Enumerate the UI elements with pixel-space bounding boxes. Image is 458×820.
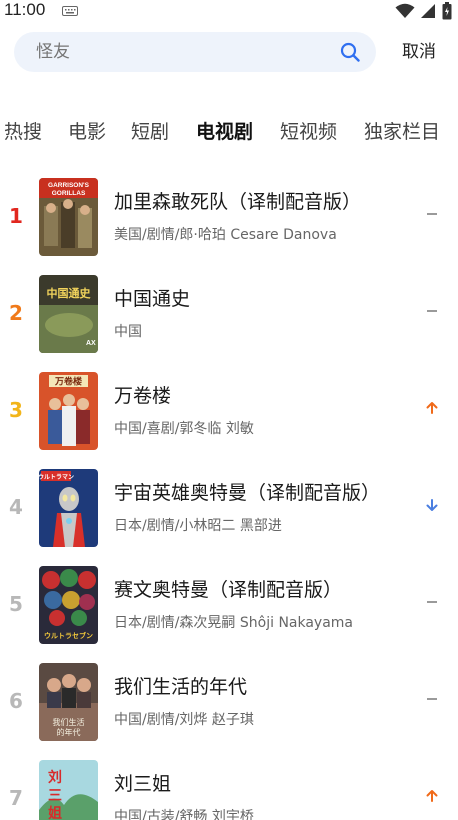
status-time: 11:00: [4, 0, 46, 19]
show-meta: 中国/古装/舒畅 刘宇桥: [114, 809, 254, 820]
trend-flat-icon: [427, 698, 437, 700]
show-title: 刘三姐: [114, 773, 172, 795]
list-item[interactable]: 1 GARRISON'S GORILLAS 加里森敢死队（译制配音版） 美国/剧…: [0, 170, 458, 267]
svg-text:姐: 姐: [48, 805, 62, 820]
poster-image: ウルトラセブン: [39, 566, 98, 644]
trend-flat-icon: [427, 601, 437, 603]
svg-text:万卷楼: 万卷楼: [54, 376, 82, 388]
show-title: 我们生活的年代: [114, 676, 248, 698]
trend-up-icon: [426, 790, 438, 802]
svg-text:三: 三: [48, 788, 62, 804]
rank-number: 6: [9, 689, 23, 713]
tab-hot-search[interactable]: 热搜: [4, 116, 42, 148]
search-input[interactable]: [36, 32, 326, 72]
show-meta: 中国/喜剧/郭冬临 刘敏: [114, 421, 254, 437]
svg-text:AX: AX: [86, 340, 96, 347]
poster-image: 万卷楼: [39, 372, 98, 450]
tab-short-video[interactable]: 短视频: [280, 116, 337, 148]
svg-text:ウルトラセブン: ウルトラセブン: [44, 631, 93, 640]
rank-number: 1: [9, 204, 23, 228]
list-item[interactable]: 3 万卷楼 万卷楼 中国/喜剧/郭冬临 刘敏: [0, 364, 458, 461]
show-meta: 中国: [114, 324, 142, 340]
signal-icon: [421, 4, 435, 18]
rank-number: 5: [9, 592, 23, 616]
svg-text:刘: 刘: [48, 769, 62, 786]
poster-image: 我们生活 的年代: [39, 663, 98, 741]
rank-number: 2: [9, 301, 23, 325]
rank-number: 7: [9, 786, 23, 810]
poster-image: 刘 三 姐: [39, 760, 98, 820]
show-meta: 日本/剧情/小林昭二 黑部进: [114, 518, 282, 534]
poster-image: GARRISON'S GORILLAS: [39, 178, 98, 256]
trend-flat-icon: [427, 310, 437, 312]
search-icon[interactable]: [340, 42, 360, 62]
rank-number: 4: [9, 495, 23, 519]
keyboard-icon: [62, 6, 78, 16]
trend-flat-icon: [427, 213, 437, 215]
status-bar: 11:00: [0, 0, 458, 22]
show-title: 赛文奥特曼（译制配音版）: [114, 579, 343, 601]
poster-image: ウルトラマン: [39, 469, 98, 547]
show-title: 加里森敢死队（译制配音版）: [114, 191, 362, 213]
svg-text:我们生活: 我们生活: [53, 717, 85, 727]
tab-movie[interactable]: 电影: [68, 116, 106, 148]
poster-image: 中国通史 AX: [39, 275, 98, 353]
wifi-icon: [395, 3, 415, 18]
list-item[interactable]: 2 中国通史 AX 中国通史 中国: [0, 267, 458, 364]
svg-text:GARRISON'S: GARRISON'S: [48, 182, 90, 189]
list-item[interactable]: 7 刘 三 姐 刘三姐 中国/古装/舒畅 刘宇桥: [0, 752, 458, 820]
list-item[interactable]: 5 ウルトラセブン 赛文奥特曼（译制配音版） 日本/剧情/森次晃嗣 Shôji …: [0, 558, 458, 655]
trend-up-icon: [426, 402, 438, 414]
show-title: 万卷楼: [114, 385, 172, 407]
show-title: 宇宙英雄奥特曼（译制配音版）: [114, 482, 381, 504]
search-box[interactable]: [14, 32, 376, 72]
show-title: 中国通史: [114, 288, 191, 310]
svg-text:GORILLAS: GORILLAS: [52, 190, 86, 197]
svg-text:的年代: 的年代: [57, 727, 81, 737]
trend-down-icon: [426, 499, 438, 511]
tab-short-drama[interactable]: 短剧: [131, 116, 169, 148]
cancel-button[interactable]: 取消: [402, 32, 436, 72]
category-tabs: 热搜 电影 短剧 电视剧 短视频 独家栏目: [0, 116, 458, 148]
battery-icon: [442, 2, 452, 20]
tab-tv-series[interactable]: 电视剧: [196, 116, 253, 148]
list-item[interactable]: 4 ウルトラマン 宇宙英雄奥特曼（译制配音版） 日本/剧情/小林昭二 黑部进: [0, 461, 458, 558]
svg-text:中国通史: 中国通史: [47, 286, 92, 300]
list-item[interactable]: 6 我们生活 的年代 我们生活的年代 中国/剧情/刘烨 赵子琪: [0, 655, 458, 752]
svg-text:ウルトラマン: ウルトラマン: [39, 473, 74, 481]
show-meta: 中国/剧情/刘烨 赵子琪: [114, 712, 254, 728]
rank-number: 3: [9, 398, 23, 422]
show-meta: 美国/剧情/郎·哈珀 Cesare Danova: [114, 227, 337, 243]
show-meta: 日本/剧情/森次晃嗣 Shôji Nakayama: [114, 615, 354, 631]
tab-exclusive[interactable]: 独家栏目: [364, 116, 440, 148]
search-bar: 取消: [0, 32, 458, 72]
